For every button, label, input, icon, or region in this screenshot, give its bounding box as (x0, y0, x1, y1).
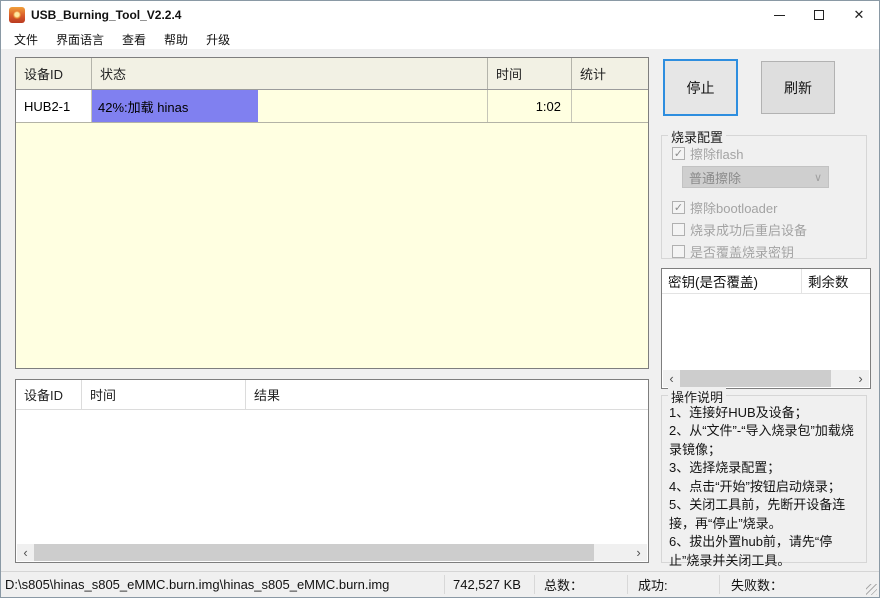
menu-upgrade[interactable]: 升级 (197, 29, 239, 50)
status-success-label: 成功: (638, 572, 668, 597)
checkbox-icon: ✓ (672, 147, 685, 160)
instruction-step: 1、连接好HUB及设备； (669, 404, 861, 422)
instruction-step: 6、拔出外置hub前，请先“停止”烧录并关闭工具。 (669, 533, 861, 570)
menu-language[interactable]: 界面语言 (47, 29, 113, 50)
scrollbar-track[interactable] (34, 544, 630, 561)
status-cell: 42%:加载 hinas (92, 90, 488, 122)
col-device-id: 设备ID (16, 58, 92, 89)
statusbar-divider (534, 575, 535, 594)
status-failed-label: 失败数： (731, 572, 783, 597)
app-icon (9, 7, 25, 23)
status-bar: D:\s805\hinas_s805_eMMC.burn.img\hinas_s… (1, 571, 879, 597)
device-table: 设备ID 状态 时间 统计 HUB2-1 42%:加载 hinas 1:02 (15, 57, 649, 369)
table-row[interactable]: HUB2-1 42%:加载 hinas 1:02 (16, 90, 648, 123)
resize-grip[interactable] (866, 584, 877, 595)
status-file-path: D:\s805\hinas_s805_eMMC.burn.img\hinas_s… (5, 572, 389, 597)
erase-bootloader-label: 擦除bootloader (690, 198, 777, 217)
erase-bootloader-checkbox[interactable]: ✓ 擦除bootloader (672, 198, 777, 217)
burn-config-group: 烧录配置 ✓ 擦除flash 普通擦除 ∨ ✓ 擦除bootloader 烧录成… (661, 135, 867, 259)
statusbar-divider (627, 575, 628, 594)
result-table-hscrollbar[interactable]: ‹ › (17, 544, 647, 561)
result-table-body (16, 410, 648, 530)
status-file-size: 742,527 KB (453, 572, 521, 597)
col-status: 状态 (92, 58, 488, 89)
col-result-device-id: 设备ID (16, 380, 82, 409)
stop-button[interactable]: 停止 (663, 59, 738, 116)
time-cell: 1:02 (488, 90, 572, 122)
checkbox-icon (672, 245, 685, 258)
scrollbar-track[interactable] (680, 370, 852, 387)
scroll-right-icon[interactable]: › (852, 370, 869, 387)
progress-text: 42%:加载 hinas (92, 97, 188, 116)
maximize-button[interactable] (799, 1, 839, 29)
menu-bar: 文件 界面语言 查看 帮助 升级 (1, 29, 879, 49)
scroll-right-icon[interactable]: › (630, 544, 647, 561)
menu-view[interactable]: 查看 (113, 29, 155, 50)
instruction-step: 3、选择烧录配置； (669, 459, 861, 477)
erase-flash-checkbox[interactable]: ✓ 擦除flash (672, 144, 743, 163)
erase-flash-label: 擦除flash (690, 144, 743, 163)
stats-cell (572, 90, 648, 122)
maximize-icon (814, 10, 824, 20)
statusbar-divider (444, 575, 445, 594)
close-icon: ✕ (854, 7, 865, 23)
window-title: USB_Burning_Tool_V2.2.4 (31, 8, 181, 22)
instructions-group: 操作说明 1、连接好HUB及设备； 2、从“文件”-“导入烧录包”加载烧录镜像；… (661, 395, 867, 563)
menu-file[interactable]: 文件 (5, 29, 47, 50)
status-total-label: 总数： (544, 572, 583, 597)
checkbox-icon (672, 223, 685, 236)
scrollbar-thumb[interactable] (34, 544, 594, 561)
overwrite-key-label: 是否覆盖烧录密钥 (690, 242, 794, 261)
result-table: 设备ID 时间 结果 ‹ › (15, 379, 649, 563)
device-table-header: 设备ID 状态 时间 统计 (16, 58, 648, 90)
col-key: 密钥(是否覆盖) (662, 269, 802, 293)
scrollbar-thumb[interactable] (680, 370, 831, 387)
key-table: 密钥(是否覆盖) 剩余数 ‹ › (661, 268, 871, 389)
checkbox-icon: ✓ (672, 201, 685, 214)
instruction-step: 2、从“文件”-“导入烧录包”加载烧录镜像； (669, 422, 861, 459)
key-table-body (662, 294, 870, 356)
scroll-left-icon[interactable]: ‹ (17, 544, 34, 561)
statusbar-divider (719, 575, 720, 594)
menu-help[interactable]: 帮助 (155, 29, 197, 50)
col-remaining: 剩余数 (802, 269, 870, 293)
refresh-button[interactable]: 刷新 (761, 61, 835, 114)
col-time: 时间 (488, 58, 572, 89)
reboot-after-success-label: 烧录成功后重启设备 (690, 220, 807, 239)
key-table-header: 密钥(是否覆盖) 剩余数 (662, 269, 870, 294)
app-window: USB_Burning_Tool_V2.2.4 ✕ 文件 界面语言 查看 帮助 … (0, 0, 880, 598)
instruction-step: 5、关闭工具前，先断开设备连接，再“停止”烧录。 (669, 496, 861, 533)
minimize-button[interactable] (759, 1, 799, 29)
scroll-left-icon[interactable]: ‹ (663, 370, 680, 387)
window-controls: ✕ (759, 1, 879, 29)
col-stats: 统计 (572, 58, 648, 89)
minimize-icon (774, 15, 785, 16)
col-result-time: 时间 (82, 380, 246, 409)
device-id-cell: HUB2-1 (16, 90, 92, 122)
erase-mode-value: 普通擦除 (689, 168, 741, 187)
result-table-header: 设备ID 时间 结果 (16, 380, 648, 410)
col-result: 结果 (246, 380, 648, 409)
instruction-step: 4、点击“开始”按钮启动烧录； (669, 478, 861, 496)
overwrite-key-checkbox[interactable]: 是否覆盖烧录密钥 (672, 242, 794, 261)
erase-mode-select[interactable]: 普通擦除 ∨ (682, 166, 829, 188)
reboot-after-success-checkbox[interactable]: 烧录成功后重启设备 (672, 220, 807, 239)
title-bar: USB_Burning_Tool_V2.2.4 ✕ (1, 1, 879, 29)
close-button[interactable]: ✕ (839, 1, 879, 29)
instructions-steps: 1、连接好HUB及设备； 2、从“文件”-“导入烧录包”加载烧录镜像； 3、选择… (669, 404, 861, 570)
chevron-down-icon: ∨ (814, 171, 822, 184)
key-table-hscrollbar[interactable]: ‹ › (663, 370, 869, 387)
